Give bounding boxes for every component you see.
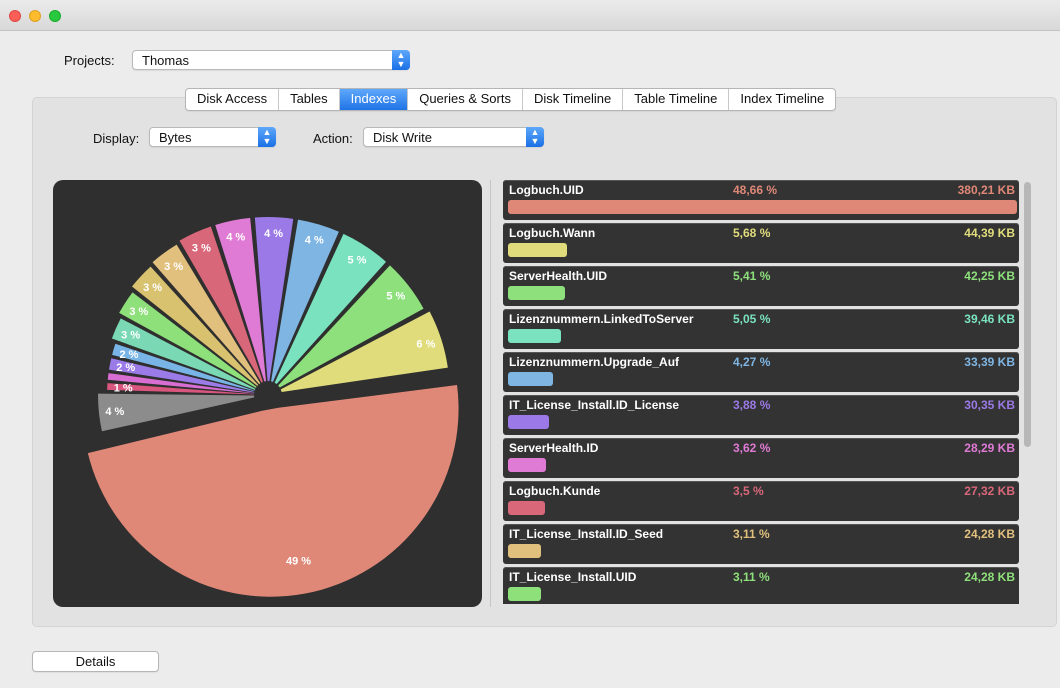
index-name: ServerHealth.UID	[509, 269, 608, 283]
list-scrollbar[interactable]	[1023, 180, 1032, 604]
pie-chart: 49 %4 %1 %2 %2 %3 %3 %3 %3 %3 %4 % 4 %4 %…	[87, 217, 459, 597]
index-percent: 4,27 %	[733, 355, 771, 369]
pie-slice-label: 4 %	[105, 406, 124, 418]
index-size-bar	[508, 243, 567, 257]
projects-popup[interactable]: Thomas ▲ ▼	[132, 50, 410, 70]
index-percent: 3,88 %	[733, 398, 771, 412]
action-popup[interactable]: Disk Write ▲ ▼	[363, 127, 544, 147]
scrollbar-thumb[interactable]	[1024, 182, 1031, 447]
pie-slice-label: 5 %	[348, 255, 367, 267]
pie-slice-label: 1 %	[114, 382, 133, 394]
index-percent: 48,66 %	[733, 183, 778, 197]
index-size-bar	[508, 329, 561, 343]
index-percent: 3,11 %	[733, 570, 770, 584]
index-row[interactable]: Logbuch.UID 48,66 % 380,21 KB	[503, 180, 1019, 220]
tab-tables[interactable]: Tables	[279, 89, 340, 110]
split-divider[interactable]	[490, 180, 491, 607]
index-name: ServerHealth.ID	[509, 441, 599, 455]
projects-label: Projects:	[64, 53, 115, 68]
action-label: Action:	[313, 131, 353, 146]
pie-slice-label: 3 %	[121, 330, 140, 342]
pie-slice-label: 4 %	[226, 231, 245, 243]
index-name: Lizenznummern.Upgrade_Auf	[509, 355, 680, 369]
index-size-bar	[508, 372, 553, 386]
index-row[interactable]: IT_License_Install.ID_Seed 3,11 % 24,28 KB	[503, 524, 1019, 564]
index-list[interactable]: Logbuch.UID 48,66 % 380,21 KB Logbuch.Wann 5…	[500, 180, 1020, 604]
tab-index-timeline[interactable]: Index Timeline	[729, 89, 835, 110]
zoom-window-button[interactable]	[49, 10, 61, 22]
pie-slice-label: 2 %	[116, 362, 135, 374]
index-size-bar	[508, 544, 541, 558]
display-label: Display:	[93, 131, 140, 146]
index-row[interactable]: Lizenznummern.Upgrade_Auf 4,27 % 33,39 KB	[503, 352, 1019, 392]
pie-slice-label: 3 %	[143, 282, 162, 294]
tab-queries-sorts[interactable]: Queries & Sorts	[408, 89, 523, 110]
index-size: 24,28 KB	[964, 527, 1015, 541]
index-percent: 5,05 %	[733, 312, 771, 326]
index-size: 44,39 KB	[964, 226, 1015, 240]
index-size: 27,32 KB	[964, 484, 1015, 498]
index-name: IT_License_Install.ID_License	[509, 398, 680, 412]
pie-slice-label: 6 %	[416, 339, 435, 351]
index-row[interactable]: Lizenznummern.LinkedToServer 5,05 % 39,46 …	[503, 309, 1019, 349]
pie-slice-label: 4 %	[264, 228, 283, 240]
index-size: 42,25 KB	[964, 269, 1015, 283]
index-size-bar	[508, 587, 541, 601]
index-size: 28,29 KB	[964, 441, 1015, 455]
index-name: IT_License_Install.ID_Seed	[509, 527, 664, 541]
index-row[interactable]: Logbuch.Wann 5,68 % 44,39 KB	[503, 223, 1019, 263]
index-percent: 3,5 %	[733, 484, 764, 498]
index-size: 39,46 KB	[964, 312, 1015, 326]
pie-chart-panel: 49 % 4 % 1 % 2 % 2 % 3 % 3 % 3 % 3 % 3 % 4 % 4 % 4 %…	[53, 180, 482, 607]
pie-slice-label: 4 %	[305, 235, 324, 247]
index-percent: 3,11 %	[733, 527, 770, 541]
index-percent: 5,41 %	[733, 269, 771, 283]
index-size-bar	[508, 415, 549, 429]
index-row[interactable]: IT_License_Install.ID_License 3,88 % 30,35…	[503, 395, 1019, 435]
pie-slice-label: 2 %	[119, 349, 138, 361]
tab-indexes[interactable]: Indexes	[339, 89, 409, 110]
index-row[interactable]: ServerHealth.UID 5,41 % 42,25 KB	[503, 266, 1019, 306]
index-size-bar	[508, 286, 565, 300]
index-size-bar	[508, 501, 545, 515]
tab-table-timeline[interactable]: Table Timeline	[623, 89, 730, 110]
index-row[interactable]: IT_License_Install.UID 3,11 % 24,28 KB	[503, 567, 1019, 604]
index-size-bar	[508, 458, 546, 472]
index-name: Logbuch.UID	[509, 183, 584, 197]
popup-arrows-icon: ▲ ▼	[392, 50, 410, 70]
index-name: IT_License_Install.UID	[509, 570, 637, 584]
index-size: 30,35 KB	[964, 398, 1015, 412]
index-percent: 3,62 %	[733, 441, 771, 455]
pie-slice-label: 3 %	[192, 242, 211, 254]
close-window-button[interactable]	[9, 10, 21, 22]
display-value: Bytes	[159, 130, 192, 145]
index-size: 380,21 KB	[957, 183, 1015, 197]
tab-bar: Disk Access Tables Indexes Queries & Sor…	[185, 88, 837, 111]
display-popup[interactable]: Bytes ▲ ▼	[149, 127, 276, 147]
index-size-bar	[508, 200, 1017, 214]
pie-slice-label: 49 %	[286, 555, 311, 567]
minimize-window-button[interactable]	[29, 10, 41, 22]
index-row[interactable]: Logbuch.Kunde 3,5 % 27,32 KB	[503, 481, 1019, 521]
popup-arrows-icon: ▲ ▼	[526, 127, 544, 147]
details-button[interactable]: Details	[32, 651, 159, 672]
index-percent: 5,68 %	[733, 226, 771, 240]
pie-slice-label: 3 %	[129, 306, 148, 318]
tab-disk-access[interactable]: Disk Access	[186, 89, 280, 110]
tab-disk-timeline[interactable]: Disk Timeline	[523, 89, 624, 110]
window-titlebar	[0, 0, 1060, 31]
index-name: Lizenznummern.LinkedToServer	[509, 312, 694, 326]
index-name: Logbuch.Wann	[509, 226, 596, 240]
pie-slice-label: 5 %	[386, 290, 405, 302]
action-value: Disk Write	[373, 130, 432, 145]
index-row[interactable]: ServerHealth.ID 3,62 % 28,29 KB	[503, 438, 1019, 478]
index-size: 33,39 KB	[964, 355, 1015, 369]
pie-slice-label: 3 %	[164, 261, 183, 273]
index-name: Logbuch.Kunde	[509, 484, 601, 498]
popup-arrows-icon: ▲ ▼	[258, 127, 276, 147]
index-size: 24,28 KB	[964, 570, 1015, 584]
projects-value: Thomas	[142, 53, 189, 68]
